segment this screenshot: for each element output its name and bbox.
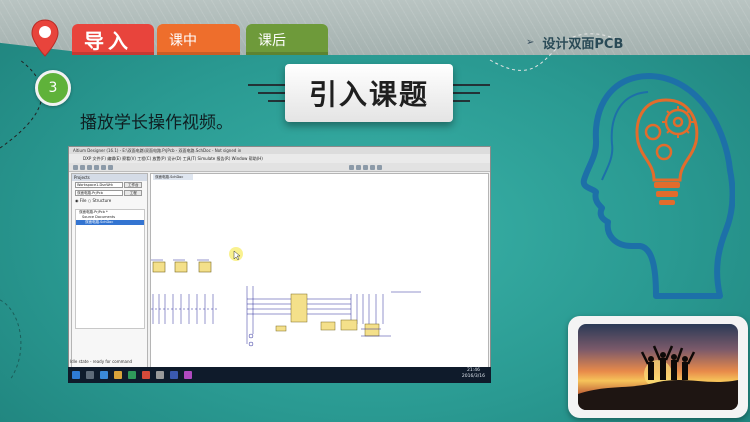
instruction-text: 播放学长操作视频。	[80, 113, 233, 133]
toolbar-icon[interactable]	[80, 165, 85, 170]
toolbar-icon[interactable]	[94, 165, 99, 170]
course-title-text: 设计双面PCB	[542, 37, 624, 52]
course-title: ➢ 设计双面PCB	[526, 33, 623, 52]
projects-panel: Projects Workspace1.DsnWrk 工作台 双面电路.PrjP…	[71, 173, 148, 375]
toolbar-icon[interactable]	[73, 165, 78, 170]
banner-line-right	[450, 100, 470, 102]
tab-intro[interactable]: 导入	[72, 24, 154, 55]
browser-icon[interactable]	[100, 371, 108, 379]
toolbar-icon[interactable]	[101, 165, 106, 170]
workspace-row: Workspace1.DsnWrk 工作台	[72, 181, 147, 189]
toolbar-icon[interactable]	[108, 165, 113, 170]
workspace-button[interactable]: 工作台	[124, 182, 143, 188]
radio-icon[interactable]: ◉	[75, 198, 79, 203]
app-icon[interactable]	[184, 371, 192, 379]
project-field[interactable]: 双面电路.PrjPcb	[75, 190, 123, 196]
menu-bar[interactable]: DXP 文件(F) 编辑(E) 察看(V) 工程(C) 放置(P) 设计(D) …	[69, 154, 490, 163]
radio-icon[interactable]: ○	[88, 198, 92, 203]
section-number: 3	[35, 70, 71, 106]
tab-during-class[interactable]: 课中	[157, 24, 240, 55]
section-heading: 引入课题	[285, 64, 453, 122]
app-icon[interactable]	[142, 371, 150, 379]
clock-date: 2016/3/16	[461, 374, 485, 379]
schematic-drawing	[151, 247, 421, 347]
file-radio-label[interactable]: File	[80, 198, 87, 203]
search-icon[interactable]	[86, 371, 94, 379]
window-title: Altium Designer (16.1) - E:\双面电路\双面电路.Pr…	[69, 147, 490, 154]
toolbar-icon[interactable]	[356, 165, 361, 170]
toolbar-icon[interactable]	[370, 165, 375, 170]
schematic-canvas[interactable]: 双面电路.SchDoc	[150, 173, 489, 375]
arrow-icon: ➢	[526, 37, 535, 48]
slide: 导入 课中 课后 ➢ 设计双面PCB 3 引入课题 播放学长操作视频。 Alti…	[0, 0, 750, 422]
banner-line-right	[450, 84, 490, 86]
banner-line-left	[248, 84, 288, 86]
app-icon[interactable]	[170, 371, 178, 379]
project-row: 双面电路.PrjPcb 工程	[72, 189, 147, 197]
panel-title: Projects	[72, 174, 147, 181]
toolbar-icon[interactable]	[87, 165, 92, 170]
structure-radio-label[interactable]: Structure	[93, 198, 112, 203]
toolbar[interactable]	[69, 163, 490, 172]
photo-frame	[568, 316, 748, 418]
start-icon[interactable]	[72, 371, 80, 379]
view-mode-row: ◉ File ○ Structure	[72, 197, 147, 205]
team-success-photo	[578, 324, 738, 410]
tree-item-schdoc[interactable]: 双面电路.SchDoc	[76, 220, 144, 225]
embedded-screenshot[interactable]: Altium Designer (16.1) - E:\双面电路\双面电路.Pr…	[68, 146, 491, 383]
location-pin-icon	[31, 19, 59, 57]
toolbar-icon[interactable]	[349, 165, 354, 170]
silhouettes-image	[578, 345, 738, 410]
toolbar-icon[interactable]	[377, 165, 382, 170]
project-tree: 双面电路.PrjPcb * Source Documents 双面电路.SchD…	[75, 209, 145, 329]
hint-text: Idle state - ready for command	[70, 359, 133, 364]
workspace-field[interactable]: Workspace1.DsnWrk	[75, 182, 123, 188]
toolbar-icon[interactable]	[363, 165, 368, 170]
banner-line-right	[450, 92, 480, 94]
app-icon[interactable]	[156, 371, 164, 379]
project-button[interactable]: 工程	[124, 190, 143, 196]
head-bulb-gear-icon	[580, 73, 735, 299]
taskbar-clock: 21:46 2016/3/16	[462, 368, 485, 380]
app-icon[interactable]	[128, 371, 136, 379]
folder-icon[interactable]	[114, 371, 122, 379]
taskbar: Idle state - ready for command 21:46 201…	[68, 359, 491, 383]
banner-line-left	[258, 92, 288, 94]
tab-after-class[interactable]: 课后	[246, 24, 328, 55]
